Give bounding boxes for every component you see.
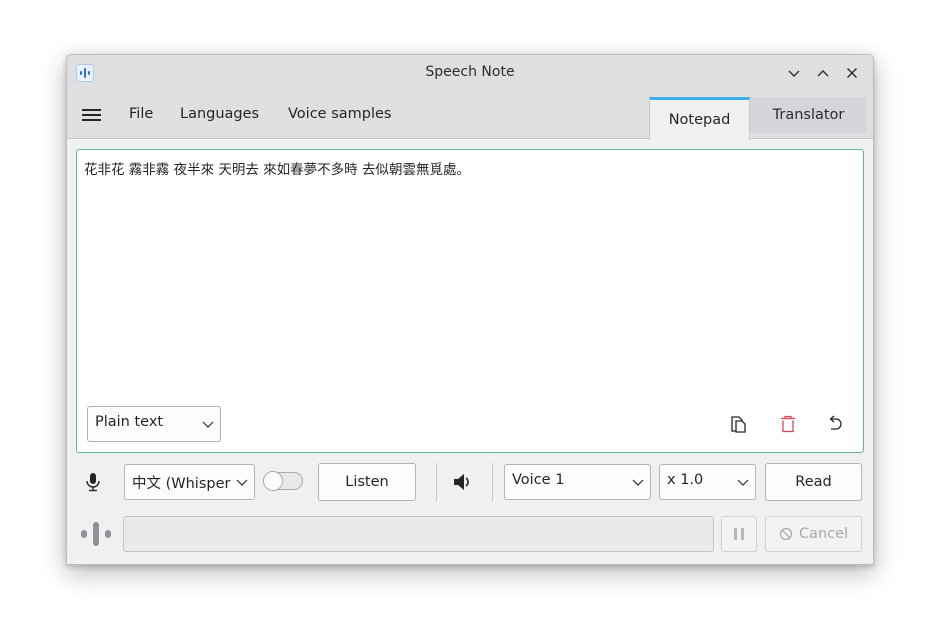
copy-button[interactable] [729, 414, 749, 434]
stt-model-value: 中文 (Whisper [132, 476, 231, 492]
menu-languages[interactable]: Languages [180, 106, 259, 122]
cancel-label: Cancel [798, 526, 849, 542]
tab-translator[interactable]: Translator [750, 97, 867, 133]
separator [436, 463, 437, 501]
tab-notepad[interactable]: Notepad [649, 97, 750, 140]
close-button[interactable] [842, 63, 862, 83]
read-button[interactable]: Read [765, 463, 862, 501]
notepad-text-area[interactable]: 花非花 霧非霧 夜半來 天明去 來如春夢不多時 去似朝雲無覓處。 Plain t… [76, 149, 864, 453]
close-icon [847, 68, 857, 78]
trash-icon [781, 415, 795, 433]
copy-icon [731, 416, 746, 433]
menu-file[interactable]: File [129, 106, 153, 122]
chevron-down-icon [202, 421, 214, 428]
pause-icon [734, 528, 744, 540]
undo-icon [829, 415, 842, 430]
voice-select[interactable]: Voice 1 [504, 464, 651, 500]
maximize-button[interactable] [813, 63, 833, 83]
speech-speed-select[interactable]: x 1.0 [659, 464, 756, 500]
voice-value: Voice 1 [512, 472, 565, 488]
notepad-text: 花非花 霧非霧 夜半來 天明去 來如春夢不多時 去似朝雲無覓處。 [84, 162, 470, 178]
cancel-button[interactable]: Cancel [765, 516, 862, 552]
text-format-select[interactable]: Plain text [87, 406, 221, 442]
stt-model-select[interactable]: 中文 (Whisper [124, 464, 255, 500]
chevron-down-icon [632, 479, 644, 486]
menu-voice-samples[interactable]: Voice samples [288, 106, 391, 122]
cancel-icon [779, 527, 793, 541]
audio-waveform-icon [79, 519, 113, 549]
minimize-button[interactable] [784, 63, 804, 83]
window-title: Speech Note [425, 64, 515, 80]
undo-button[interactable] [825, 414, 845, 434]
maximize-icon [817, 70, 829, 77]
hamburger-icon [82, 109, 101, 121]
microphone-icon [84, 472, 102, 492]
speech-note-window: Speech Note File Languages Voice samples… [66, 54, 874, 565]
menu-bar: File Languages Voice samples Notepad Tra… [67, 91, 873, 140]
speaker-icon [452, 471, 474, 493]
speech-speed-value: x 1.0 [667, 472, 704, 488]
pause-button[interactable] [721, 516, 757, 552]
text-format-value: Plain text [95, 414, 164, 430]
speech-progress-bar [123, 516, 714, 552]
title-bar: Speech Note [67, 55, 873, 91]
chevron-down-icon [236, 479, 248, 486]
minimize-icon [788, 70, 800, 77]
delete-button[interactable] [778, 414, 798, 434]
chevron-down-icon [737, 479, 749, 486]
hamburger-menu-button[interactable] [81, 106, 103, 124]
toggle-knob [263, 471, 283, 491]
listen-mode-toggle[interactable] [263, 471, 303, 491]
listen-button[interactable]: Listen [318, 463, 416, 501]
separator [492, 463, 493, 501]
